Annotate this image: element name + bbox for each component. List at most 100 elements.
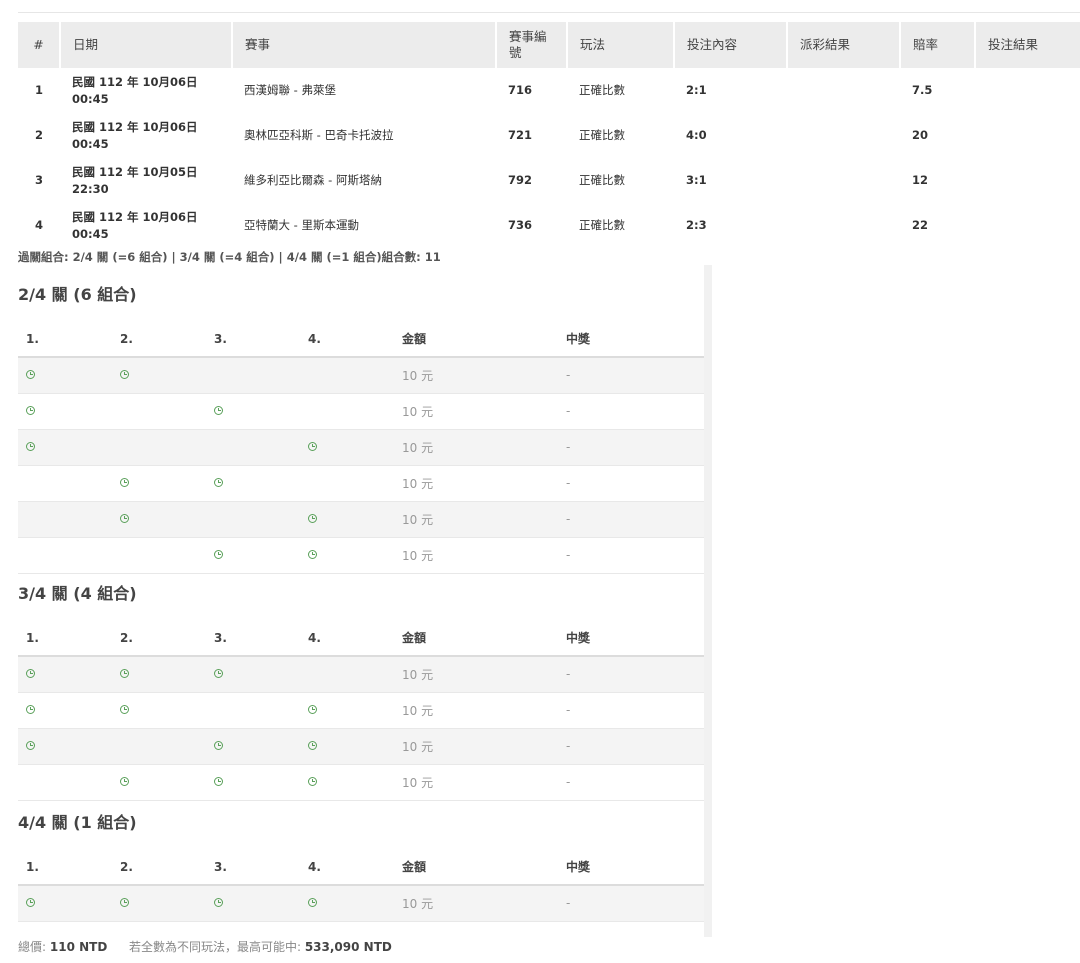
combo-col-leg-3: 3. — [206, 321, 300, 358]
parlay-summary: 過關組合: 2/4 關 (=6 組合) | 3/4 關 (=4 組合) | 4/… — [18, 250, 441, 264]
top-divider — [18, 12, 1080, 13]
clock-icon — [120, 777, 129, 786]
combo-leg-3 — [206, 764, 300, 801]
combo-amount: 10 元 — [394, 501, 558, 538]
combo-leg-2 — [112, 393, 206, 430]
combo-col-leg-1: 1. — [18, 321, 112, 358]
combo-leg-3 — [206, 357, 300, 394]
combo-leg-3 — [206, 885, 300, 922]
clock-icon — [120, 478, 129, 487]
clock-icon — [214, 777, 223, 786]
panel-scrollbar-track — [704, 265, 712, 937]
combo-leg-3 — [206, 393, 300, 430]
row-datetime: 民國 112 年 10月05日 22:30 — [60, 158, 232, 203]
total-label: 總價: — [18, 940, 47, 954]
combo-col-amount: 金額 — [394, 620, 558, 657]
combo-col-win: 中獎 — [558, 321, 704, 358]
row-event-code: 736 — [508, 218, 533, 232]
clock-icon — [26, 406, 35, 415]
combo-amount: 10 元 — [394, 692, 558, 729]
row-date: 民國 112 年 10月06日 — [72, 209, 198, 224]
row-bet-content: 4:0 — [686, 128, 707, 142]
row-play-type: 正確比數 — [579, 128, 625, 142]
combo-leg-3 — [206, 656, 300, 693]
clock-icon — [26, 669, 35, 679]
row-payout-result — [787, 158, 900, 203]
combo-leg-4 — [300, 429, 394, 466]
combo-col-leg-4: 4. — [300, 620, 394, 657]
row-play-type: 正確比數 — [579, 173, 625, 187]
combo-leg-2 — [112, 465, 206, 502]
clock-icon — [26, 370, 35, 380]
row-event-code: 716 — [508, 83, 533, 97]
row-bet-result — [975, 68, 1080, 113]
combo-win: - — [558, 885, 704, 922]
row-event: 維多利亞比爾森 - 阿斯塔納 — [244, 173, 382, 187]
row-bet-content: 2:1 — [686, 83, 707, 97]
combo-col-leg-2: 2. — [112, 620, 206, 657]
row-datetime: 民國 112 年 10月06日 00:45 — [60, 113, 232, 158]
combo-col-leg-1: 1. — [18, 620, 112, 657]
col-bet-result: 投注結果 — [974, 22, 1080, 68]
row-odds: 20 — [912, 128, 929, 142]
combo-win: - — [558, 501, 704, 538]
combo-col-amount: 金額 — [394, 849, 558, 886]
row-bet-content: 2:3 — [686, 218, 707, 232]
row-odds: 12 — [912, 173, 929, 187]
combo-amount: 10 元 — [394, 465, 558, 502]
combo-col-amount: 金額 — [394, 321, 558, 358]
bet-table-header: # 日期 賽事 賽事編號 玩法 投注內容 派彩結果 賠率 投注結果 — [18, 22, 1080, 68]
section-3-of-4: 3/4 關 (4 組合) 1. 2. 3. 4. 金額 中獎 10 元 -10 元 -10 元-… — [18, 582, 704, 801]
section-2-of-4: 2/4 關 (6 組合) 1. 2. 3. 4. 金額 中獎 10 元 -10 元 -10 元-… — [18, 283, 704, 574]
row-date: 民國 112 年 10月05日 — [72, 164, 198, 179]
col-date: 日期 — [59, 22, 232, 68]
row-odds: 22 — [912, 218, 929, 232]
combo-leg-4 — [300, 692, 394, 729]
combo-col-leg-3: 3. — [206, 620, 300, 657]
clock-icon — [214, 898, 223, 908]
clock-icon — [214, 406, 223, 415]
combo-row: 10 元- — [18, 465, 704, 502]
clock-icon — [26, 705, 35, 714]
combo-col-leg-4: 4. — [300, 849, 394, 886]
combo-leg-2 — [112, 501, 206, 538]
combo-leg-2 — [112, 429, 206, 466]
combo-col-leg-2: 2. — [112, 849, 206, 886]
combo-header: 1. 2. 3. 4. 金額 中獎 — [18, 849, 704, 886]
row-bet-result — [975, 113, 1080, 158]
clock-icon — [214, 478, 223, 487]
combo-row: 10 元- — [18, 501, 704, 538]
clock-icon — [214, 669, 223, 679]
clock-icon — [26, 442, 35, 451]
col-index: # — [18, 22, 60, 68]
combo-amount: 10 元 — [394, 728, 558, 765]
bet-row: 3 民國 112 年 10月05日 22:30 維多利亞比爾森 - 阿斯塔納 792 正確… — [18, 158, 1080, 203]
row-number: 1 — [34, 83, 43, 97]
clock-icon — [308, 705, 317, 714]
combo-leg-3 — [206, 692, 300, 729]
row-time: 00:45 — [72, 91, 109, 106]
col-event: 賽事 — [231, 22, 496, 68]
row-datetime: 民國 112 年 10月06日 00:45 — [60, 203, 232, 248]
combo-win: - — [558, 465, 704, 502]
section-title: 2/4 關 (6 組合) — [18, 285, 137, 304]
combo-col-win: 中獎 — [558, 849, 704, 886]
combo-leg-4 — [300, 656, 394, 693]
combo-row: 10 元- — [18, 537, 704, 574]
combo-row: 10 元- — [18, 764, 704, 801]
row-event-code: 792 — [508, 173, 533, 187]
row-play-type: 正確比數 — [579, 218, 625, 232]
row-odds: 7.5 — [912, 83, 933, 97]
combo-leg-4 — [300, 537, 394, 574]
row-event: 奧林匹亞科斯 - 巴奇卡托波拉 — [244, 128, 394, 142]
row-bet-content: 3:1 — [686, 173, 707, 187]
col-event-code: 賽事編號 — [495, 22, 567, 68]
clock-icon — [120, 370, 129, 380]
row-time: 00:45 — [72, 226, 109, 241]
combo-table: 1. 2. 3. 4. 金額 中獎 10 元 -10 元 -10 元 -10 元- — [18, 620, 704, 801]
row-bet-result — [975, 158, 1080, 203]
clock-icon — [26, 741, 35, 750]
section-title: 3/4 關 (4 組合) — [18, 584, 137, 603]
combo-amount: 10 元 — [394, 885, 558, 922]
combo-amount: 10 元 — [394, 764, 558, 801]
